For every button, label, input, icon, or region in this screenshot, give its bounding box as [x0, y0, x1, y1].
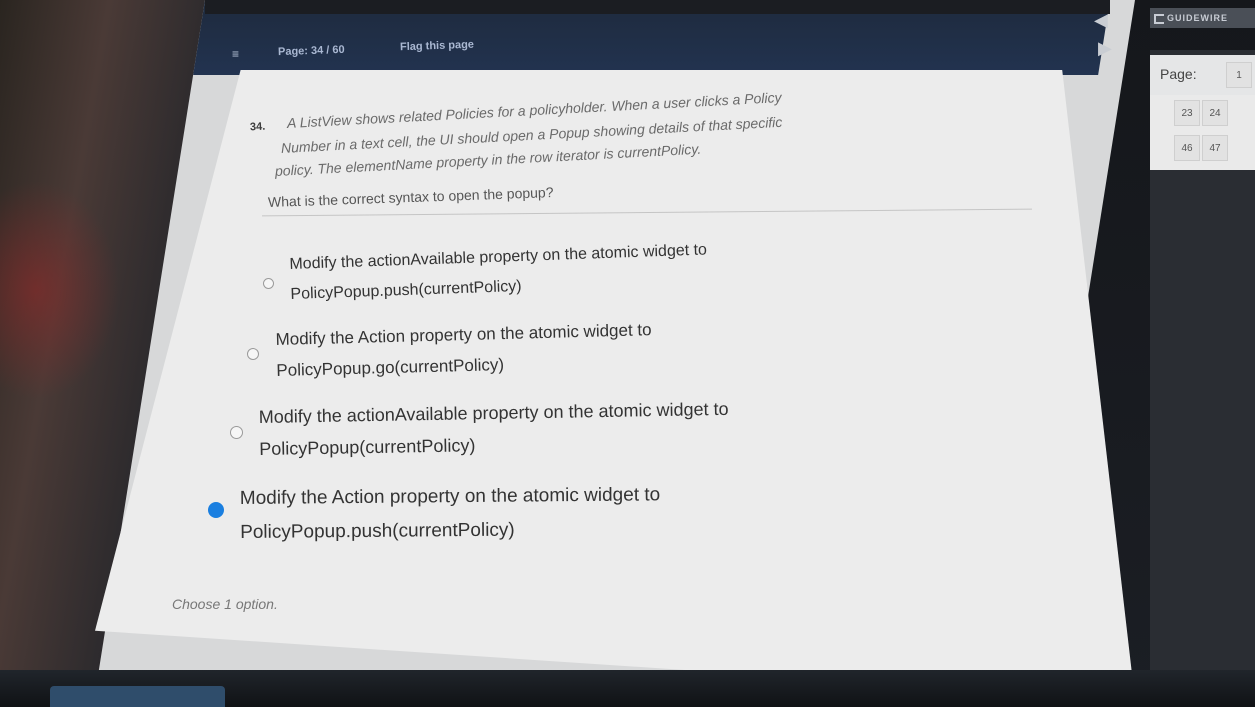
option-4-radio-selected[interactable] — [208, 502, 224, 518]
option-3[interactable]: Modify the actionAvailable property on t… — [258, 393, 729, 465]
option-3-radio[interactable] — [230, 426, 243, 439]
page-cell[interactable]: 23 — [1174, 100, 1200, 126]
flag-page-link[interactable]: Flag this page — [400, 39, 474, 54]
triangle-right-icon[interactable]: ▶ — [1098, 38, 1112, 59]
option-4-line-1: Modify the Action property on the atomic… — [239, 484, 661, 510]
page-cell[interactable]: 46 — [1174, 135, 1200, 161]
choose-hint: Choose 1 option. — [172, 596, 278, 612]
page-indicator: Page: 34 / 60 — [277, 43, 345, 59]
option-2-radio[interactable] — [247, 348, 259, 360]
brand-name: GUIDEWIRE — [1167, 13, 1229, 23]
brand-logo: GUIDEWIRE — [1150, 8, 1255, 28]
question-number: 34. — [249, 120, 266, 134]
top-strip — [205, 0, 1110, 14]
option-2[interactable]: Modify the Action property on the atomic… — [275, 314, 653, 386]
hamburger-icon[interactable]: ≡ — [232, 48, 244, 60]
page-cell[interactable]: 1 — [1226, 62, 1252, 88]
option-4-line-2: PolicyPopup.push(currentPolicy) — [240, 519, 515, 543]
brand-mark-icon — [1154, 13, 1164, 24]
page-navigator-label: Page: — [1160, 66, 1197, 82]
triangle-left-icon[interactable]: ◀ — [1094, 10, 1108, 31]
page-cell[interactable]: 47 — [1202, 135, 1228, 161]
page-cell[interactable]: 24 — [1202, 100, 1228, 126]
option-1-radio[interactable] — [263, 278, 274, 289]
bottom-tab[interactable] — [50, 686, 225, 707]
option-4[interactable]: Modify the Action property on the atomic… — [240, 478, 661, 550]
